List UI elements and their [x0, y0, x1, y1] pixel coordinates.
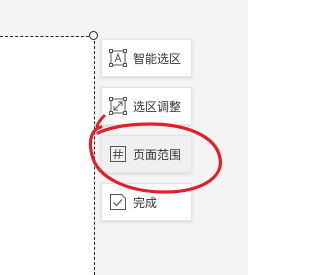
selection-area[interactable]: [0, 37, 94, 275]
done-label: 完成: [133, 195, 158, 210]
selection-border-right: [94, 36, 95, 275]
smart-select-button[interactable]: 智能选区: [101, 39, 192, 77]
resize-selection-label: 选区调整: [133, 99, 182, 114]
done-button[interactable]: 完成: [101, 183, 192, 221]
page-range-label: 页面范围: [133, 147, 182, 162]
smart-select-label: 智能选区: [133, 51, 182, 66]
checkmark-icon: [109, 193, 127, 211]
resize-selection-button[interactable]: 选区调整: [101, 87, 192, 125]
selection-border-top: [0, 36, 94, 37]
page-range-button[interactable]: 页面范围: [101, 135, 192, 173]
smart-select-icon: [109, 49, 127, 67]
screenshot-stage: 智能选区 选区调整 页面范围 完成: [0, 0, 248, 275]
selection-corner-handle[interactable]: [89, 31, 98, 40]
page-range-icon: [109, 145, 127, 163]
resize-selection-icon: [109, 97, 127, 115]
